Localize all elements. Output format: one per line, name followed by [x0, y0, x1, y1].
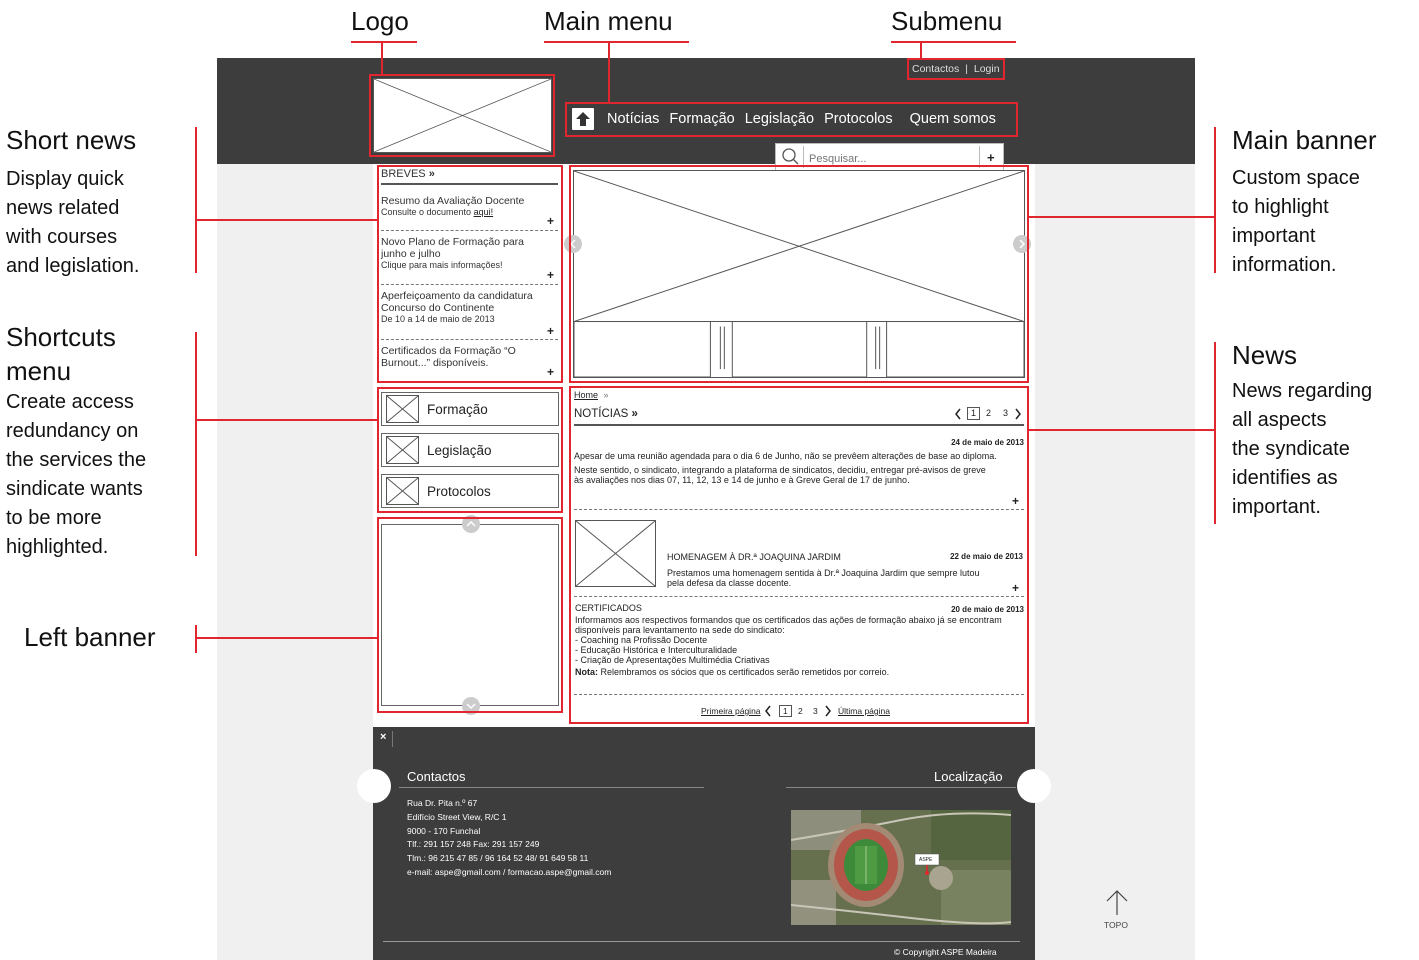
- footer-contacts-underline: [399, 787, 704, 788]
- footer-contact-line: Tlf.: 291 157 248 Fax: 291 157 249: [407, 839, 540, 850]
- annotation-left-banner: Left banner: [24, 622, 156, 652]
- annotation-shortcuts-title: Shortcuts menu: [6, 322, 116, 386]
- footer-close-button[interactable]: ×: [380, 731, 386, 743]
- search-plus-button[interactable]: +: [987, 150, 995, 165]
- footer-contacts-title: Contactos: [407, 769, 466, 784]
- footer-left-tab: [357, 769, 391, 803]
- main-banner-annotation-box: [569, 165, 1029, 383]
- short-news-annotation-box: [377, 165, 563, 383]
- search-input[interactable]: [809, 152, 969, 166]
- main-menu-annotation-box: [565, 102, 1018, 137]
- annotation-shortcuts-desc: Create access redundancy on the services…: [6, 391, 147, 558]
- copyright: © Copyright ASPE Madeira: [894, 947, 997, 957]
- footer-contact-line: 9000 - 170 Funchal: [407, 825, 481, 836]
- footer-contact-line: Edifício Street View, R/C 1: [407, 811, 507, 822]
- footer-contact-line[interactable]: e-mail: aspe@gmail.com / formacao.aspe@g…: [407, 866, 611, 880]
- footer-close-separator: [392, 731, 393, 747]
- annotation-logo: Logo: [351, 6, 409, 36]
- annotation-news-desc: News regarding all aspects the syndicate…: [1232, 380, 1373, 518]
- location-map[interactable]: ASPE: [791, 810, 1011, 925]
- annotation-submenu: Submenu: [891, 6, 1003, 36]
- search-icon: [782, 148, 799, 165]
- back-to-top-button[interactable]: TOPO: [1102, 889, 1132, 931]
- annotation-main-menu: Main menu: [544, 6, 673, 36]
- shortcuts-annotation-box: [377, 387, 563, 513]
- footer-right-tab: [1017, 769, 1051, 803]
- footer-bottom-divider: [383, 941, 1020, 942]
- map-pin-label: ASPE: [919, 857, 933, 863]
- footer-location-underline: [786, 787, 1016, 788]
- annotation-short-news-title: Short news: [6, 125, 137, 155]
- arrow-up-icon: [1106, 890, 1128, 915]
- annotation-short-news-desc: Display quick news related with courses …: [6, 168, 140, 277]
- annotation-main-banner-title: Main banner: [1232, 125, 1377, 155]
- logo-annotation-box: [369, 74, 555, 157]
- footer-contact-line: Tlm.: 96 215 47 85 / 96 164 52 48/ 91 64…: [407, 853, 589, 864]
- footer-contacts: Rua Dr. Pita n.º 67 Edifício Street View…: [407, 797, 611, 880]
- footer-location-title: Localização: [934, 769, 1003, 784]
- back-to-top-label: TOPO: [1104, 920, 1128, 930]
- footer-contact-line: Rua Dr. Pita n.º 67: [407, 798, 478, 808]
- annotation-news-title: News: [1232, 340, 1298, 370]
- news-annotation-box: [569, 386, 1029, 724]
- annotation-main-banner-desc: Custom space to highlight important info…: [1232, 167, 1360, 276]
- left-banner-annotation-box: [377, 517, 563, 713]
- submenu-annotation-box: [907, 58, 1005, 80]
